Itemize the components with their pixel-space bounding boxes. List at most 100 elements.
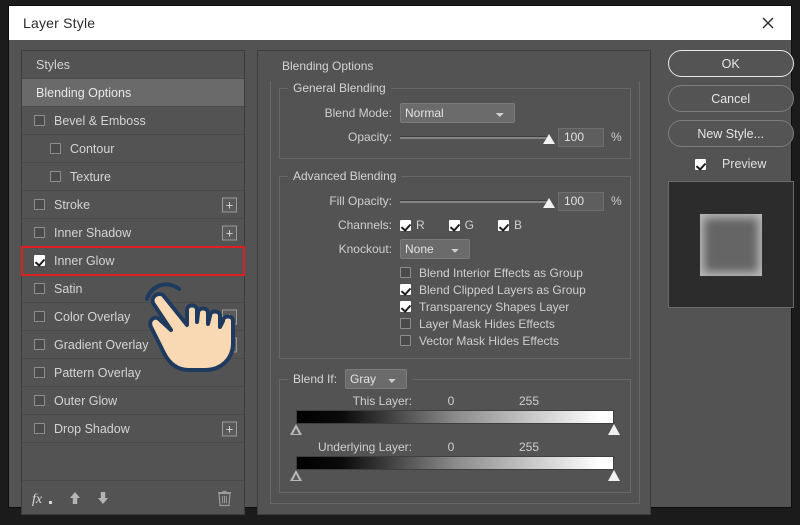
opacity-input[interactable]: 100	[558, 127, 604, 147]
style-checkbox[interactable]	[34, 283, 45, 294]
style-checkbox[interactable]	[50, 171, 61, 182]
underlying-layer-max: 255	[518, 440, 540, 454]
channel-b[interactable]: B	[498, 218, 522, 232]
channel-label: B	[514, 218, 523, 232]
style-row-label: Satin	[54, 281, 83, 296]
style-row-drop-shadow[interactable]: Drop Shadow +	[22, 415, 244, 443]
blend-mode-select[interactable]: NormalDissolveMultiplyScreenOverlay	[400, 103, 515, 123]
add-effect-plus-icon[interactable]: +	[222, 337, 237, 352]
style-checkbox[interactable]	[34, 339, 45, 350]
opacity-slider-handle[interactable]	[543, 134, 555, 144]
style-row-inner-glow[interactable]: Inner Glow	[21, 246, 245, 276]
general-blending-group: General Blending Blend Mode: NormalDisso…	[279, 81, 631, 159]
style-checkbox[interactable]	[34, 423, 45, 434]
adv-option-checkbox[interactable]	[400, 318, 411, 329]
style-row-label: Bevel & Emboss	[54, 113, 146, 128]
opacity-slider[interactable]	[400, 127, 555, 147]
blend-if-legend: Blend If: GrayRedGreenBlue	[288, 369, 412, 389]
style-row-bevel-emboss[interactable]: Bevel & Emboss	[22, 107, 244, 135]
style-row-label: Inner Shadow	[54, 225, 132, 240]
style-row-satin[interactable]: Satin	[22, 275, 244, 303]
adv-option-checkbox[interactable]	[400, 301, 411, 312]
channel-g[interactable]: G	[448, 218, 474, 232]
cancel-button[interactable]: Cancel	[667, 85, 794, 112]
adv-option-transparency-shapes-layer[interactable]: Transparency Shapes Layer	[400, 298, 622, 315]
channel-r[interactable]: R	[400, 218, 425, 232]
opacity-unit: %	[611, 130, 622, 144]
close-icon[interactable]	[745, 6, 791, 40]
style-checkbox[interactable]	[34, 227, 45, 238]
style-checkbox[interactable]	[34, 395, 45, 406]
this-layer-handles	[290, 424, 620, 437]
style-row-blending-options[interactable]: Blending Options	[22, 79, 244, 107]
preview-checkbox[interactable]	[694, 158, 706, 170]
underlying-layer-label: Underlying Layer:	[317, 440, 412, 454]
adv-option-blend-clipped-layers-as-group[interactable]: Blend Clipped Layers as Group	[400, 281, 622, 298]
style-row-styles[interactable]: Styles	[22, 51, 244, 79]
style-row-label: Styles	[36, 57, 71, 72]
style-row-texture[interactable]: Texture	[22, 163, 244, 191]
adv-option-blend-interior-effects-as-group[interactable]: Blend Interior Effects as Group	[400, 264, 622, 281]
underlying-layer-black-handle[interactable]	[290, 470, 302, 481]
add-effect-plus-icon[interactable]: +	[222, 225, 237, 240]
blending-options-heading: Blending Options	[282, 59, 374, 73]
style-checkbox[interactable]	[34, 311, 45, 322]
this-layer-black-handle[interactable]	[290, 424, 302, 435]
style-checkbox[interactable]	[34, 255, 45, 266]
general-blending-legend: General Blending	[293, 81, 386, 95]
channel-checkbox[interactable]	[498, 219, 510, 231]
styles-panel: Styles Blending Options Bevel & Emboss Cont…	[21, 50, 245, 515]
blend-mode-label: Blend Mode:	[324, 106, 392, 120]
this-layer-gradient-bar[interactable]	[296, 410, 614, 424]
style-checkbox[interactable]	[34, 115, 45, 126]
fx-icon[interactable]: fx	[32, 490, 54, 506]
add-effect-plus-icon[interactable]: +	[222, 197, 237, 212]
arrow-up-icon[interactable]	[68, 490, 82, 506]
ok-button[interactable]: OK	[667, 50, 794, 77]
channels-row: Channels: R G B	[288, 213, 622, 237]
adv-option-layer-mask-hides-effects[interactable]: Layer Mask Hides Effects	[400, 315, 622, 332]
arrow-down-icon[interactable]	[96, 490, 110, 506]
preview-toggle[interactable]: Preview	[694, 157, 767, 171]
this-layer-header: This Layer: 0 255	[288, 394, 622, 408]
style-row-label: Color Overlay	[54, 309, 131, 324]
style-checkbox[interactable]	[34, 367, 45, 378]
trash-icon[interactable]	[217, 489, 232, 506]
channel-checkbox[interactable]	[400, 219, 411, 231]
adv-option-checkbox[interactable]	[400, 284, 411, 295]
new-style-button[interactable]: New Style...	[667, 120, 794, 147]
channel-checkbox[interactable]	[448, 219, 460, 231]
preview-label: Preview	[721, 157, 767, 171]
fill-opacity-unit: %	[611, 194, 622, 208]
add-effect-plus-icon[interactable]: +	[222, 421, 237, 436]
advanced-blending-legend: Advanced Blending	[293, 169, 397, 183]
underlying-layer-white-handle[interactable]	[607, 470, 620, 481]
blend-if-label: Blend If:	[293, 372, 338, 386]
adv-option-vector-mask-hides-effects[interactable]: Vector Mask Hides Effects	[400, 332, 622, 349]
style-row-contour[interactable]: Contour	[22, 135, 244, 163]
style-row-label: Blending Options	[36, 85, 132, 100]
blend-if-select[interactable]: GrayRedGreenBlue	[345, 369, 408, 389]
style-row-inner-shadow[interactable]: Inner Shadow +	[22, 219, 244, 247]
blending-options-body: General Blending Blend Mode: NormalDisso…	[270, 81, 640, 504]
style-row-gradient-overlay[interactable]: Gradient Overlay +	[22, 331, 244, 359]
adv-option-checkbox[interactable]	[400, 335, 411, 346]
fill-opacity-input[interactable]: 100	[558, 191, 604, 211]
title-bar: Layer Style	[9, 6, 791, 40]
style-row-outer-glow[interactable]: Outer Glow	[22, 387, 244, 415]
fill-opacity-slider[interactable]	[400, 191, 555, 211]
adv-option-checkbox[interactable]	[400, 267, 411, 278]
fill-opacity-slider-handle[interactable]	[543, 198, 555, 208]
style-row-label: Stroke	[54, 197, 91, 212]
advanced-blending-checkbox-list: Blend Interior Effects as Group Blend Cli…	[288, 264, 622, 349]
this-layer-white-handle[interactable]	[607, 424, 620, 435]
add-effect-plus-icon[interactable]: +	[222, 309, 237, 324]
style-checkbox[interactable]	[34, 199, 45, 210]
underlying-layer-gradient-bar[interactable]	[296, 456, 614, 470]
style-row-stroke[interactable]: Stroke +	[22, 191, 244, 219]
style-row-color-overlay[interactable]: Color Overlay +	[22, 303, 244, 331]
style-checkbox[interactable]	[50, 143, 61, 154]
options-panel: Blending Options General Blending Blend …	[257, 50, 651, 515]
knockout-select[interactable]: NoneShallowDeep	[400, 239, 470, 259]
style-row-pattern-overlay[interactable]: Pattern Overlay	[22, 359, 244, 387]
